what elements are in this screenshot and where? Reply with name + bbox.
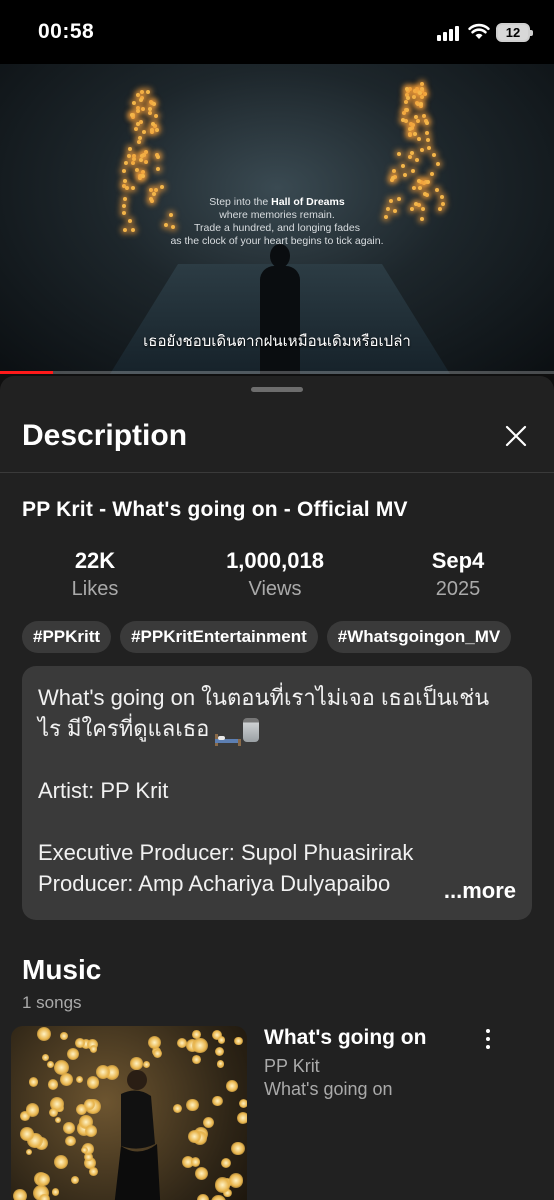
- more-vert-icon[interactable]: [478, 1027, 498, 1051]
- description-card[interactable]: What's going on ในตอนที่เราไม่เจอ เธอเป็…: [22, 666, 532, 920]
- stat-value: 1,000,018: [226, 548, 324, 573]
- description-line: Executive Producer: Supol Phuasirirak: [38, 840, 414, 865]
- stat-date: Sep4 2025: [378, 548, 538, 601]
- bed-icon: [215, 723, 242, 747]
- description-line-emoji: ไร มีใครที่ดูแลเธอ: [38, 713, 516, 747]
- signal-icon: [437, 24, 461, 41]
- stat-value: Sep4: [431, 548, 485, 573]
- video-title: PP Krit - What's going on - Official MV: [22, 498, 408, 521]
- drag-handle[interactable]: [251, 387, 303, 392]
- progress-bar[interactable]: [0, 371, 554, 374]
- description-line: What's going on ในตอนที่เราไม่เจอ เธอเป็…: [38, 685, 490, 710]
- stat-label: Views: [248, 578, 302, 600]
- divider: [0, 472, 554, 473]
- silhouette: [255, 244, 305, 374]
- wifi-icon: [468, 23, 490, 39]
- music-song-count: 1 songs: [22, 993, 82, 1012]
- video-player[interactable]: Step into the Hall of Dreams where memor…: [0, 64, 554, 374]
- music-section-title: Music: [22, 954, 102, 985]
- description-line: ไร มีใครที่ดูแลเธอ: [38, 716, 210, 741]
- person-image: [114, 1070, 161, 1200]
- status-time: 00:58: [38, 20, 95, 43]
- stat-value: 22K: [74, 548, 116, 573]
- progress-fill: [0, 371, 53, 374]
- song-artist: PP Krit: [264, 1056, 320, 1076]
- battery-icon: 12: [496, 23, 533, 42]
- jar-icon: [243, 718, 260, 743]
- stat-views: 1,000,018 Views: [195, 548, 355, 601]
- description-line: Artist: PP Krit: [38, 778, 169, 803]
- close-icon[interactable]: [502, 422, 530, 450]
- hashtag-row: #PPKritt #PPKritEntertainment #Whatsgoingo…: [22, 621, 520, 653]
- description-sheet: Description PP Krit - What's going on - …: [0, 376, 554, 1200]
- sheet-title: Description: [22, 419, 188, 452]
- hashtag-chip[interactable]: #PPKritEntertainment: [120, 621, 318, 653]
- video-overlay-line2: where memories remain.: [219, 209, 335, 221]
- stat-likes: 22K Likes: [15, 548, 175, 601]
- video-subtitle: เธอยังชอบเดินตากฝนเหมือนเดิมหรือเปล่า: [143, 333, 411, 350]
- song-album: What's going on: [264, 1079, 393, 1099]
- more-link[interactable]: ...more: [423, 878, 516, 904]
- stat-label: Likes: [71, 578, 119, 600]
- song-title[interactable]: What's going on: [264, 1026, 426, 1050]
- hashtag-chip[interactable]: #PPKritt: [22, 621, 112, 653]
- video-overlay-line1: Step into the Hall of Dreams: [209, 196, 345, 208]
- hashtag-chip[interactable]: #Whatsgoingon_MV: [326, 621, 512, 653]
- music-thumbnail[interactable]: [11, 1026, 247, 1200]
- status-bar: 00:58 12: [0, 0, 554, 64]
- video-overlay-line3: Trade a hundred, and longing fades: [194, 222, 360, 234]
- stat-label: 2025: [435, 578, 481, 600]
- video-overlay-line4: as the clock of your heart begins to tic…: [170, 235, 384, 247]
